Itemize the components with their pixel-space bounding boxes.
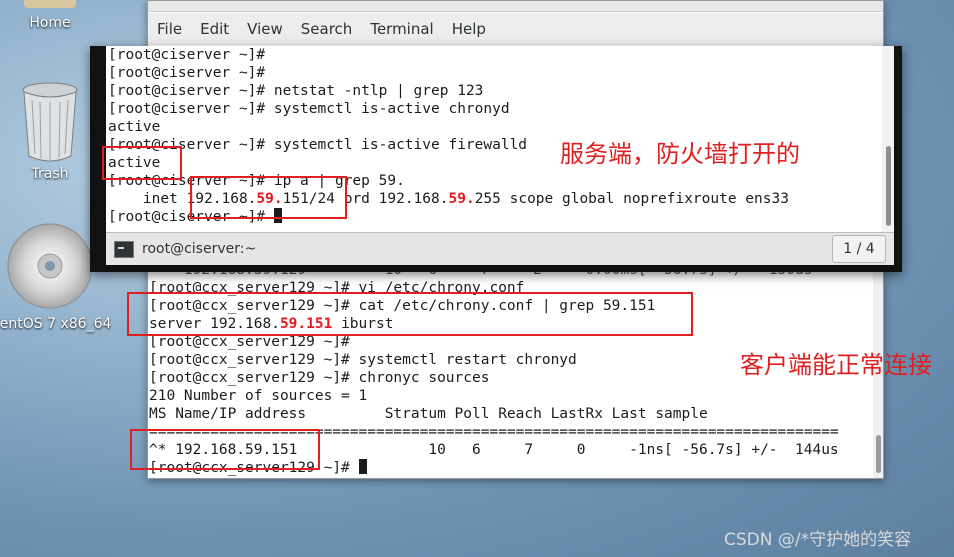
- scrollbar-thumb[interactable]: [876, 435, 881, 473]
- terminal-line: MS Name/IP address Stratum Poll Reach La…: [149, 405, 708, 423]
- watermark: CSDN @/*守护她的笑容: [724, 530, 912, 550]
- highlight-box-server-ip: [190, 176, 347, 219]
- terminal-line: [root@ciserver ~]#: [108, 46, 265, 64]
- terminal-text: MS Name/IP address Stratum Poll Reach La…: [149, 406, 708, 422]
- workspace-indicator[interactable]: 1 / 4: [832, 235, 886, 263]
- menu-bar: File Edit View Search Terminal Help: [148, 13, 883, 45]
- terminal-line: [root@ciserver ~]# netstat -ntlp | grep …: [108, 82, 483, 100]
- highlighted-text: 59.: [448, 191, 475, 207]
- workspace-indicator-label: 1 / 4: [843, 241, 875, 257]
- terminal-line: active: [108, 118, 160, 136]
- annotation-server-note: 服务端，防火墙打开的: [560, 140, 800, 168]
- desktop-icon-home[interactable]: Home: [10, 0, 90, 31]
- scrollbar-thumb[interactable]: [886, 146, 891, 226]
- terminal-line: 210 Number of sources = 1: [149, 387, 367, 405]
- terminal-icon: [114, 240, 134, 258]
- highlight-box-firewalld-active: [102, 146, 182, 180]
- highlight-box-chrony-conf: [127, 292, 693, 336]
- disc-icon: [7, 223, 93, 309]
- highlight-box-chrony-source: [130, 429, 320, 470]
- terminal-text: [root@ccx_server129 ~]#: [149, 334, 350, 350]
- annotation-client-note: 客户端能正常连接: [740, 351, 932, 379]
- desktop-icon-label: Trash: [31, 166, 69, 182]
- menu-search[interactable]: Search: [301, 20, 353, 38]
- menu-help[interactable]: Help: [452, 20, 486, 38]
- terminal-text: [root@ccx_server129 ~]# chronyc sources: [149, 370, 490, 386]
- taskbar-item-terminal[interactable]: root@ciserver:~: [114, 237, 364, 261]
- taskbar-item-label: root@ciserver:~: [142, 241, 257, 257]
- menu-view[interactable]: View: [247, 20, 283, 38]
- terminal-line: [root@ccx_server129 ~]# systemctl restar…: [149, 351, 577, 369]
- terminal-line: [root@ciserver ~]#: [108, 64, 265, 82]
- terminal-text: 210 Number of sources = 1: [149, 388, 368, 404]
- scrollbar[interactable]: [882, 46, 894, 232]
- terminal-text: [root@ciserver ~]#: [108, 47, 266, 63]
- window-titlebar[interactable]: [148, 1, 883, 12]
- menu-file[interactable]: File: [157, 20, 182, 38]
- terminal-text: active: [108, 119, 161, 135]
- terminal-text: [root@ciserver ~]# systemctl is-active c…: [108, 101, 510, 117]
- menu-terminal[interactable]: Terminal: [370, 20, 433, 38]
- menu-edit[interactable]: Edit: [200, 20, 229, 38]
- desktop-icon-trash[interactable]: Trash: [10, 80, 90, 182]
- terminal-text: [root@ciserver ~]# netstat -ntlp | grep …: [108, 83, 484, 99]
- home-folder-icon: [24, 0, 76, 8]
- terminal-line: [root@ciserver ~]# systemctl is-active c…: [108, 100, 510, 118]
- terminal-text: 255 scope global noprefixroute ens33: [474, 191, 789, 207]
- text-cursor: [358, 459, 367, 474]
- trash-icon: [22, 82, 78, 162]
- taskbar: root@ciserver:~ 1 / 4: [106, 232, 894, 265]
- terminal-text: [root@ccx_server129 ~]# systemctl restar…: [149, 352, 577, 368]
- terminal-text: [root@ciserver ~]#: [108, 65, 266, 81]
- terminal-line: [root@ccx_server129 ~]# chronyc sources: [149, 369, 489, 387]
- desktop-icon-label: CentOS 7 x86_64: [0, 316, 112, 332]
- desktop-icon-label: Home: [29, 15, 71, 31]
